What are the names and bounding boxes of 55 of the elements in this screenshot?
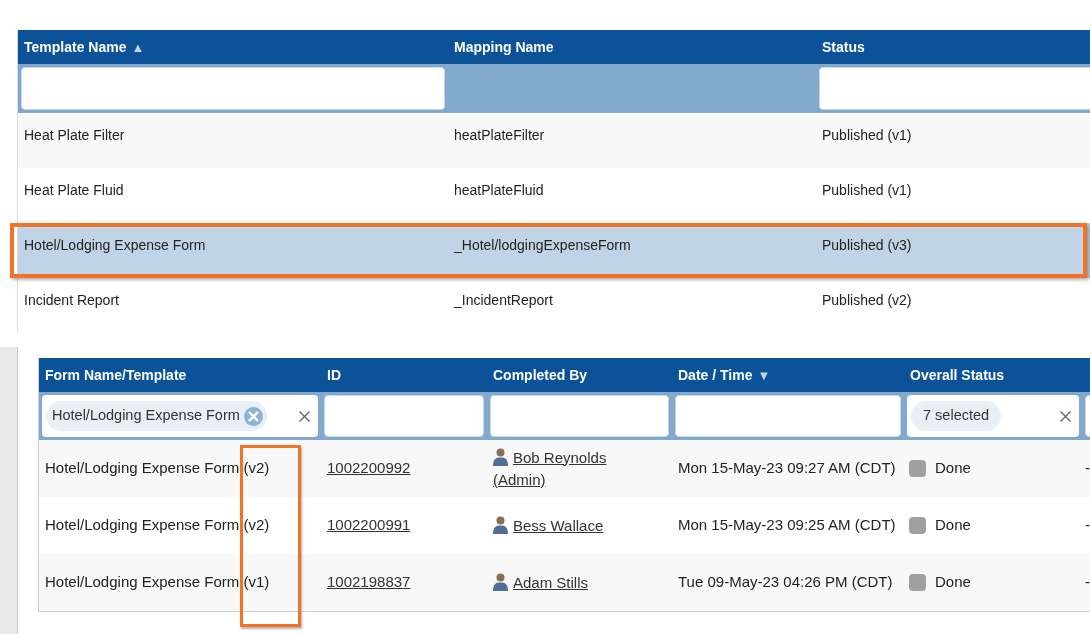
table-cell: Tue 09-May-23 04:26 PM (CDT) [678, 573, 893, 591]
user-icon [493, 515, 508, 534]
filter-field[interactable] [324, 395, 484, 437]
column-header[interactable]: Mapping Name [454, 36, 554, 58]
id-link[interactable]: 1002200991 [327, 516, 411, 534]
column-header[interactable]: Completed By [493, 364, 588, 386]
column-header[interactable]: Overall Status [910, 364, 1005, 386]
table-row[interactable]: Heat Plate Filter heatPlateFilter Published (v1) [18, 113, 1090, 168]
sort-indicator[interactable]: ▼ [757, 368, 771, 382]
table-cell: Mon 15-May-23 09:27 AM (CDT) [678, 459, 896, 477]
column-header[interactable]: Template Name [24, 36, 127, 58]
table-cell: Heat Plate Fluid [24, 182, 124, 198]
status-text: Done [935, 572, 971, 593]
clear-icon[interactable] [299, 410, 310, 422]
status-text: Done [935, 458, 971, 479]
table-cell: - [1085, 573, 1090, 591]
clear-icon[interactable] [1060, 410, 1071, 422]
sort-indicator[interactable]: ▲ [131, 40, 145, 54]
remove-icon[interactable] [243, 406, 263, 426]
table-cell: Published (v2) [822, 292, 912, 308]
id-link[interactable]: 1002200992 [327, 459, 411, 477]
filter-chip[interactable]: Hotel/Lodging Expense Form [46, 401, 267, 431]
table-cell: Hotel/Lodging Expense Form (v1) [45, 573, 270, 591]
table-cell: _IncidentReport [454, 292, 553, 308]
user-icon [493, 447, 508, 466]
column-header[interactable]: ID [327, 364, 341, 386]
table-cell: heatPlateFluid [454, 182, 544, 198]
id-link[interactable]: 1002198837 [327, 573, 411, 591]
column-header[interactable]: Date / Time [678, 364, 753, 386]
table-cell: Hotel/Lodging Expense Form [24, 237, 206, 253]
table-cell: - [1085, 459, 1090, 477]
user-link[interactable]: Bob Reynolds (Admin) [493, 446, 643, 491]
filter-field[interactable] [675, 395, 901, 437]
table-cell: Published (v1) [822, 182, 912, 198]
column-header[interactable]: Form Name/Template [45, 364, 187, 386]
table-cell: Incident Report [24, 292, 119, 308]
column-header[interactable]: Status [822, 36, 865, 58]
table-cell: Hotel/Lodging Expense Form (v2) [45, 516, 270, 534]
table-cell: Mon 15-May-23 09:25 AM (CDT) [678, 516, 896, 534]
table-cell: Hotel/Lodging Expense Form (v2) [45, 459, 270, 477]
table-cell: _Hotel/lodgingExpenseForm [454, 237, 631, 253]
user-link[interactable]: Adam Stills [493, 571, 643, 594]
table-cell: Published (v1) [822, 127, 912, 143]
filter-field[interactable]: Hotel/Lodging Expense Form [42, 395, 318, 437]
table-cell: heatPlateFilter [454, 127, 545, 143]
filter-field[interactable] [490, 395, 669, 437]
filter-field[interactable]: 7 selected [907, 395, 1079, 437]
filter-field[interactable] [21, 67, 445, 110]
table-cell: Published (v3) [822, 237, 912, 253]
user-link[interactable]: Bess Wallace [493, 514, 643, 537]
status-text: Done [935, 515, 971, 536]
filter-chip[interactable]: 7 selected [911, 401, 1002, 431]
user-icon [493, 572, 508, 591]
table-cell: Heat Plate Filter [24, 127, 125, 143]
table-cell: - [1085, 516, 1090, 534]
